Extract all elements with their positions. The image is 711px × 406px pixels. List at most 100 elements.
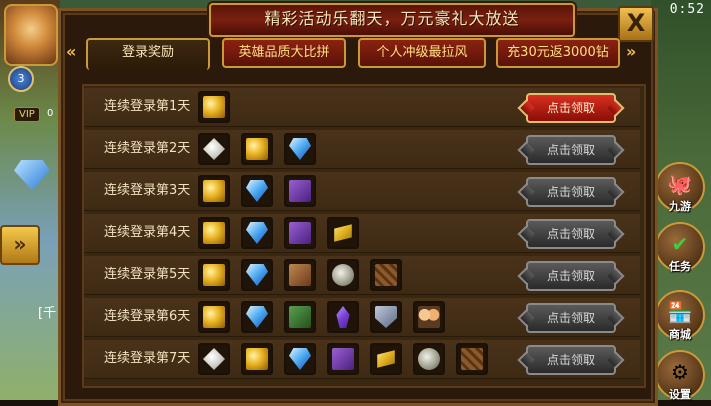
- reward-item-slot[interactable]: [284, 259, 316, 291]
- day-label: 连续登录第2天: [104, 141, 191, 156]
- silver-ore-icon: [203, 348, 225, 370]
- gear-icon: ⚙: [671, 360, 689, 384]
- claim-button[interactable]: 点击领取: [526, 345, 616, 375]
- reward-item-slot[interactable]: [198, 259, 230, 291]
- level-badge: 3: [8, 66, 34, 92]
- day-label: 连续登录第1天: [104, 99, 191, 114]
- gold-coin-icon: [203, 306, 225, 328]
- expand-arrow-button[interactable]: »: [0, 225, 40, 265]
- claim-button[interactable]: 点击领取: [526, 219, 616, 249]
- reward-item-slot[interactable]: [327, 217, 359, 249]
- reward-item-slot[interactable]: [413, 301, 445, 333]
- reward-item-slot[interactable]: [284, 343, 316, 375]
- reward-row: 连续登录第5天 点击领取: [84, 256, 640, 295]
- diamond-icon: [246, 180, 268, 202]
- claim-button-label: 点击领取: [546, 269, 595, 283]
- vip-badge: VIP: [14, 107, 40, 122]
- check-icon: ✔: [671, 232, 689, 256]
- green-book-icon: [289, 306, 311, 328]
- reward-item-slot[interactable]: [198, 217, 230, 249]
- claim-button-label: 点击领取: [546, 227, 595, 241]
- tab-scroll-right-icon[interactable]: »: [626, 42, 636, 61]
- reward-item-slot[interactable]: [327, 259, 359, 291]
- claim-button-label: 点击领取: [546, 185, 595, 199]
- tab-hero-quality[interactable]: 英雄品质大比拼: [222, 38, 346, 68]
- reward-row: 连续登录第2天 点击领取: [84, 130, 640, 169]
- hero-avatar[interactable]: [4, 4, 58, 66]
- skill-book-icon: [289, 222, 311, 244]
- reward-item-slot[interactable]: [327, 343, 359, 375]
- reward-item-slot[interactable]: [284, 133, 316, 165]
- diamond-icon: [289, 138, 311, 160]
- gold-coin-icon: [203, 222, 225, 244]
- claim-button[interactable]: 点击领取: [526, 93, 616, 123]
- stone-icon: [332, 264, 354, 286]
- reward-item-slot[interactable]: [284, 175, 316, 207]
- task-label: 任务: [669, 260, 691, 273]
- reward-item-slot[interactable]: [370, 343, 402, 375]
- tab-recharge-bonus[interactable]: 充30元返3000钻: [496, 38, 620, 68]
- day-label: 连续登录第4天: [104, 225, 191, 240]
- claim-button-label: 点击领取: [546, 101, 595, 115]
- reward-item-slot[interactable]: [241, 133, 273, 165]
- hero-portrait-icon: [418, 306, 440, 328]
- reward-item-slot[interactable]: [198, 175, 230, 207]
- reward-item-slot[interactable]: [198, 133, 230, 165]
- reward-item-slot[interactable]: [198, 301, 230, 333]
- silver-ore-icon: [203, 138, 225, 160]
- reward-item-slot[interactable]: [413, 343, 445, 375]
- gold-coin-icon: [203, 96, 225, 118]
- gold-bar-icon: [377, 350, 395, 368]
- title-banner: 精彩活动乐翻天，万元豪礼大放送: [209, 3, 575, 37]
- shop-label: 商城: [669, 328, 691, 341]
- reward-row: 连续登录第3天 点击领取: [84, 172, 640, 211]
- shield-icon: [375, 306, 397, 328]
- tab-login-reward[interactable]: 登录奖励: [86, 38, 210, 70]
- reward-row: 连续登录第1天 点击领取: [84, 88, 640, 127]
- clock: 0:52: [669, 2, 705, 17]
- claim-button[interactable]: 点击领取: [526, 135, 616, 165]
- tab-level-race[interactable]: 个人冲级最拉风: [358, 38, 486, 68]
- reward-item-slot[interactable]: [456, 343, 488, 375]
- claim-button-label: 点击领取: [546, 353, 595, 367]
- reward-row: 连续登录第6天 点击领取: [84, 298, 640, 337]
- wood-icon: [375, 264, 397, 286]
- tab-scroll-left-icon[interactable]: «: [66, 42, 76, 61]
- task-button[interactable]: ✔ 任务: [655, 222, 705, 273]
- brown-book-icon: [289, 264, 311, 286]
- skill-book-icon: [332, 348, 354, 370]
- gold-coin-icon: [246, 138, 268, 160]
- reward-item-slot[interactable]: [241, 217, 273, 249]
- crystal-icon: [336, 306, 350, 328]
- panel-title: 精彩活动乐翻天，万元豪礼大放送: [264, 9, 520, 28]
- reward-item-slot[interactable]: [241, 175, 273, 207]
- reward-row: 连续登录第4天 点击领取: [84, 214, 640, 253]
- claim-button[interactable]: 点击领取: [526, 303, 616, 333]
- claim-button[interactable]: 点击领取: [526, 177, 616, 207]
- claim-button[interactable]: 点击领取: [526, 261, 616, 291]
- gold-coin-icon: [203, 180, 225, 202]
- reward-item-slot[interactable]: [241, 301, 273, 333]
- settings-button[interactable]: ⚙ 设置: [655, 350, 705, 401]
- reward-item-slot[interactable]: [284, 301, 316, 333]
- vip-value: 0: [47, 108, 54, 119]
- stone-icon: [418, 348, 440, 370]
- reward-item-slot[interactable]: [370, 301, 402, 333]
- close-button[interactable]: X: [618, 6, 654, 42]
- shop-button[interactable]: 🏪 商城: [655, 290, 705, 341]
- claim-button-label: 点击领取: [546, 143, 595, 157]
- reward-item-slot[interactable]: [241, 259, 273, 291]
- jiuyou-icon: 🐙: [667, 172, 693, 196]
- reward-item-slot[interactable]: [284, 217, 316, 249]
- reward-item-slot[interactable]: [327, 301, 359, 333]
- reward-item-slot[interactable]: [198, 343, 230, 375]
- reward-item-slot[interactable]: [198, 91, 230, 123]
- jiuyou-label: 九游: [669, 200, 691, 213]
- gold-bar-icon: [334, 224, 352, 242]
- jiuyou-button[interactable]: 🐙 九游: [655, 162, 705, 213]
- claim-button-label: 点击领取: [546, 311, 595, 325]
- reward-item-slot[interactable]: [370, 259, 402, 291]
- reward-item-slot[interactable]: [241, 343, 273, 375]
- shop-icon: 🏪: [667, 300, 693, 324]
- day-label: 连续登录第3天: [104, 183, 191, 198]
